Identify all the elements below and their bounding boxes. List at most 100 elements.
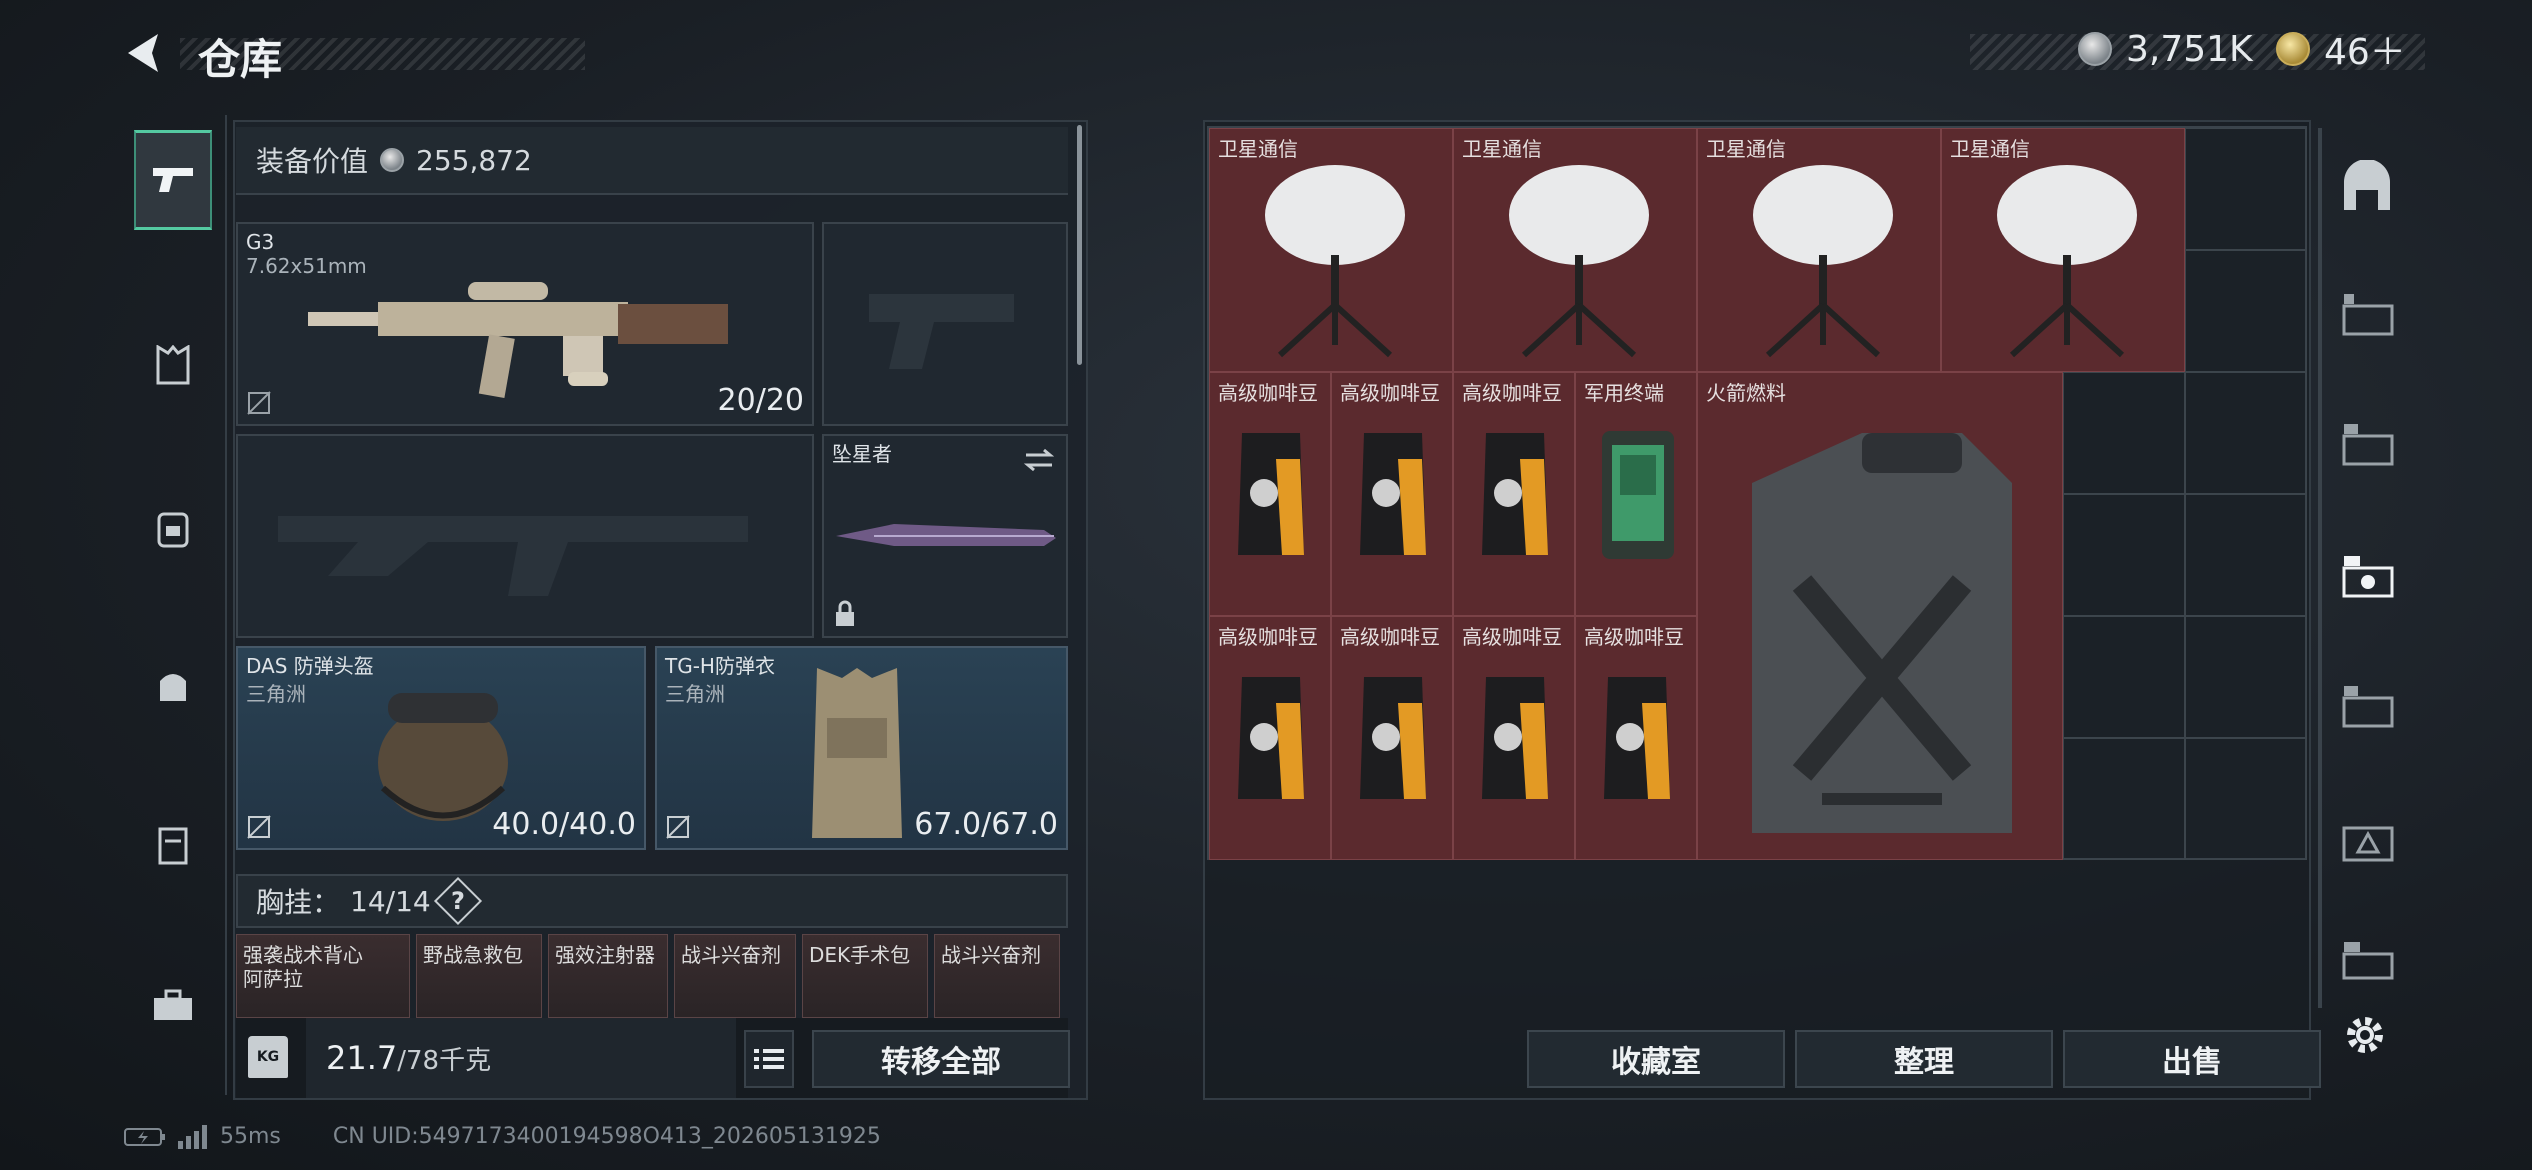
helmet-durability: 40.0/40.0	[492, 807, 636, 842]
settings-button[interactable]	[2342, 1012, 2388, 1062]
nav-backpack[interactable]	[134, 478, 212, 578]
weight-readout: 21.7 /78千克	[306, 1018, 736, 1098]
chest-rig-header: 胸挂： 14/14 ?	[236, 874, 1068, 928]
grid-cell[interactable]	[2063, 372, 2185, 494]
no-insurance-icon	[247, 391, 271, 415]
helmet-slot[interactable]: DAS 防弹头盔 三角洲 40.0/40.0	[236, 646, 646, 850]
right-nav-divider	[2318, 128, 2322, 1008]
chest-item-stim[interactable]: 战斗兴奋剂	[674, 934, 796, 1018]
storage-item-coffee[interactable]: 高级咖啡豆	[1575, 616, 1697, 860]
body-armor-image	[812, 668, 902, 838]
stash-tab-3[interactable]	[2340, 420, 2396, 474]
pistol-slot-empty[interactable]	[822, 222, 1068, 426]
storage-item-terminal[interactable]: 军用终端	[1575, 372, 1697, 616]
list-icon	[754, 1049, 784, 1069]
chest-item-vest[interactable]: 强袭战术背心 阿萨拉	[236, 934, 410, 1018]
vest-icon	[156, 345, 190, 385]
primary-weapon-slot[interactable]: G3 7.62x51mm 20/20	[236, 222, 814, 426]
storage-item-satellite[interactable]: 卫星通信	[1209, 128, 1453, 372]
item-name: 高级咖啡豆	[1340, 381, 1440, 405]
coffee-bag-image	[1482, 433, 1548, 555]
nav-bag[interactable]	[134, 635, 212, 735]
armor-slot[interactable]: TG-H防弹衣 三角洲 67.0/67.0	[655, 646, 1068, 850]
collection-room-button[interactable]: 收藏室	[1527, 1030, 1785, 1088]
pistol-icon	[153, 168, 193, 192]
help-icon[interactable]: ?	[433, 876, 482, 926]
grid-cell[interactable]	[2185, 494, 2307, 616]
coffee-bag-image	[1482, 677, 1548, 799]
sort-button[interactable]: 整理	[1795, 1030, 2053, 1088]
grid-cell[interactable]	[2185, 372, 2307, 494]
silver-amount: 3,751K	[2126, 28, 2253, 70]
stash-tab-7[interactable]	[2340, 940, 2396, 984]
list-view-button[interactable]	[744, 1030, 794, 1088]
pouch-icon	[160, 674, 186, 701]
grid-cell[interactable]	[2063, 494, 2185, 616]
stash-tab-6[interactable]	[2340, 810, 2396, 870]
storage-item-satellite[interactable]: 卫星通信	[1697, 128, 1941, 372]
item-name: 高级咖啡豆	[1340, 625, 1440, 649]
grid-cell[interactable]	[2185, 738, 2307, 860]
storage-item-satellite[interactable]: 卫星通信	[1941, 128, 2185, 372]
chest-item-surgery-kit[interactable]: DEK手术包	[802, 934, 928, 1018]
stash-tab-4-active[interactable]	[2340, 552, 2396, 606]
grid-cell[interactable]	[2185, 250, 2307, 372]
chest-item-stim-2[interactable]: 战斗兴奋剂	[934, 934, 1060, 1018]
silver-currency[interactable]: 3,751K	[2078, 22, 2253, 76]
grid-cell[interactable]	[2185, 616, 2307, 738]
fuel-canister-image	[1752, 433, 2012, 833]
coffee-bag-image	[1604, 677, 1670, 799]
storage-item-coffee[interactable]: 高级咖啡豆	[1209, 372, 1331, 616]
transfer-all-button[interactable]: 转移全部	[812, 1030, 1070, 1088]
stash-level-7-icon	[2342, 942, 2394, 980]
storage-item-coffee[interactable]: 高级咖啡豆	[1331, 372, 1453, 616]
storage-item-coffee[interactable]: 高级咖啡豆	[1331, 616, 1453, 860]
item-name: 高级咖啡豆	[1218, 625, 1318, 649]
weight-kg-icon: KG	[248, 1036, 288, 1078]
nav-weapons[interactable]	[134, 130, 212, 230]
storage-item-coffee[interactable]: 高级咖啡豆	[1453, 372, 1575, 616]
item-name: 火箭燃料	[1706, 381, 1786, 405]
melee-slot[interactable]: 坠星者	[822, 434, 1068, 638]
chest-item-medkit[interactable]: 野战急救包	[416, 934, 542, 1018]
stash-level-6-icon	[2342, 826, 2394, 862]
item-name: 军用终端	[1584, 381, 1664, 405]
equipment-scrollbar[interactable]	[1077, 125, 1082, 365]
item-name: DEK手术包	[809, 943, 911, 967]
satellite-dish-image	[1509, 165, 1649, 358]
nav-container[interactable]	[134, 795, 212, 895]
gold-amount: 46＋	[2324, 32, 2406, 73]
grid-cell[interactable]	[2063, 738, 2185, 860]
rifle-silhouette-icon	[278, 516, 748, 596]
storage-item-coffee[interactable]: 高级咖啡豆	[1209, 616, 1331, 860]
chest-item-injector[interactable]: 强效注射器	[548, 934, 668, 1018]
secondary-weapon-slot-empty[interactable]	[236, 434, 814, 638]
gold-currency[interactable]: 46＋	[2276, 22, 2406, 76]
swap-arrows-icon[interactable]	[1022, 446, 1056, 474]
back-arrow-icon[interactable]	[122, 30, 166, 76]
weight-current: 21.7	[326, 1039, 398, 1077]
sell-button[interactable]: 出售	[2063, 1030, 2321, 1088]
nav-armor[interactable]	[134, 315, 212, 415]
storage-item-satellite[interactable]: 卫星通信	[1453, 128, 1697, 372]
storage-item-coffee[interactable]: 高级咖啡豆	[1453, 616, 1575, 860]
toolbox-icon	[154, 989, 192, 1020]
weight-max: /78千克	[397, 1045, 492, 1076]
silver-coin-icon	[2078, 32, 2112, 66]
item-subtitle: 阿萨拉	[243, 967, 303, 991]
battery-icon	[124, 1127, 165, 1146]
chest-rig-capacity: 14/14	[350, 884, 431, 918]
grid-cell[interactable]	[2063, 616, 2185, 738]
vault-icon	[2344, 159, 2390, 210]
equipment-value-label: 装备价值	[256, 145, 369, 178]
stash-tab-home[interactable]	[2340, 159, 2394, 218]
grid-cell[interactable]	[2185, 128, 2307, 250]
ping-value: 55ms	[220, 1124, 281, 1149]
nav-toolbox[interactable]	[134, 955, 212, 1055]
storage-item-rocket-fuel[interactable]: 火箭燃料	[1697, 372, 2063, 860]
stash-tab-2[interactable]	[2340, 290, 2396, 344]
stash-tab-5[interactable]	[2340, 682, 2396, 736]
signal-icon	[178, 1124, 207, 1149]
stash-level-5-icon	[2342, 686, 2394, 728]
weapon-name: G3	[246, 230, 275, 254]
